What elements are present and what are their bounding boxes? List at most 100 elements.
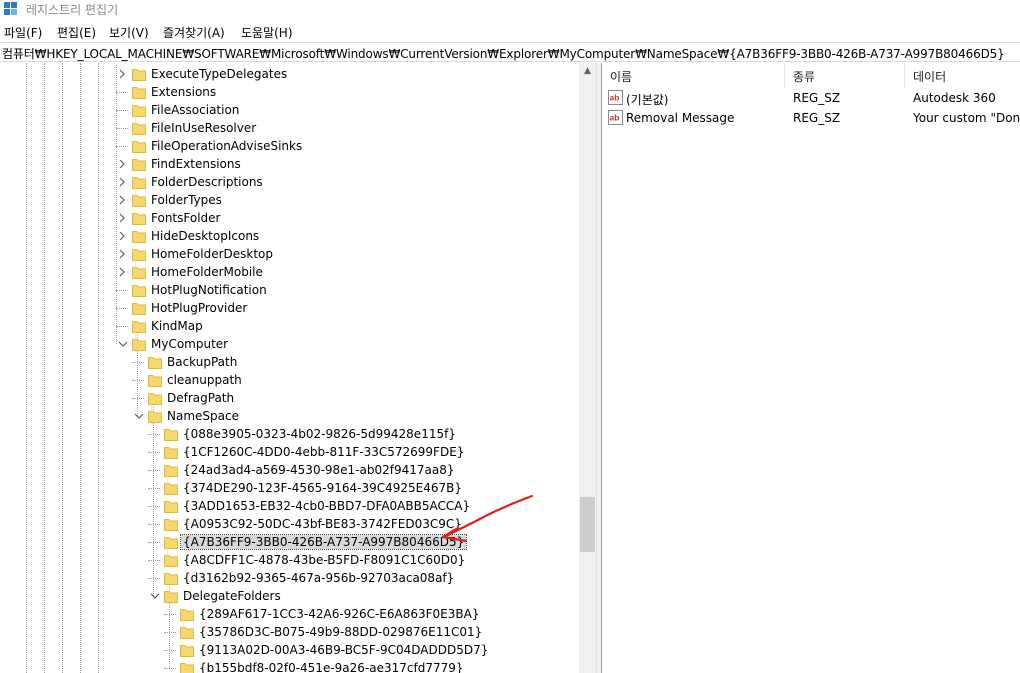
tree-node-label[interactable]: Extensions — [151, 85, 216, 99]
tree-node-label[interactable]: HomeFolderMobile — [151, 265, 263, 279]
tree-node[interactable]: cleanuppath — [0, 371, 579, 389]
tree-node[interactable]: {088e3905-0323-4b02-9826-5d99428e115f} — [0, 425, 579, 443]
tree-node-label[interactable]: DefragPath — [167, 391, 234, 405]
tree-node[interactable]: FolderTypes — [0, 191, 579, 209]
tree-node[interactable]: FontsFolder — [0, 209, 579, 227]
tree-node[interactable]: {A8CDFF1C-4878-43be-B5FD-F8091C1C60D0} — [0, 551, 579, 569]
menu-file[interactable]: 파일(F) — [4, 24, 42, 41]
tree-node-label[interactable]: FindExtensions — [151, 157, 241, 171]
tree-node-label[interactable]: FileOperationAdviseSinks — [151, 139, 302, 153]
tree-node[interactable]: HotPlugProvider — [0, 299, 579, 317]
tree-node[interactable]: FileOperationAdviseSinks — [0, 137, 579, 155]
tree-node-label[interactable]: FileInUseResolver — [151, 121, 256, 135]
tree-node-label[interactable]: {A8CDFF1C-4878-43be-B5FD-F8091C1C60D0} — [183, 553, 465, 567]
chevron-right-icon[interactable] — [117, 264, 129, 280]
chevron-right-icon[interactable] — [117, 210, 129, 226]
tree-node-label-selected[interactable]: {A7B36FF9-3BB0-426B-A737-A997B80466D5} — [179, 534, 468, 550]
tree-node-label[interactable]: FolderTypes — [151, 193, 222, 207]
tree-node-label[interactable]: FileAssociation — [151, 103, 239, 117]
menu-view[interactable]: 보기(V) — [109, 24, 149, 41]
tree-node[interactable]: {d3162b92-9365-467a-956b-92703aca08af} — [0, 569, 579, 587]
chevron-right-icon[interactable] — [117, 192, 129, 208]
tree-node[interactable]: {289AF617-1CC3-42A6-926C-E6A863F0E3BA} — [0, 605, 579, 623]
chevron-down-icon[interactable] — [133, 408, 145, 424]
tree-node-label[interactable]: HotPlugNotification — [151, 283, 267, 297]
column-header-type[interactable]: 종류 — [785, 63, 903, 87]
column-header-data[interactable]: 데이터 — [905, 63, 1020, 87]
chevron-down-icon[interactable] — [149, 588, 161, 604]
chevron-down-icon[interactable] — [117, 336, 129, 352]
tree-node[interactable]: {b155bdf8-02f0-451e-9a26-ae317cfd7779} — [0, 659, 579, 673]
scrollbar-thumb[interactable] — [580, 497, 595, 552]
tree-node[interactable]: ExecuteTypeDelegates — [0, 65, 579, 83]
tree-node[interactable]: {24ad3ad4-a569-4530-98e1-ab02f9417aa8} — [0, 461, 579, 479]
tree-node-label[interactable]: {35786D3C-B075-49b9-88DD-029876E11C01} — [199, 625, 482, 639]
value-data: Autodesk 360 — [913, 91, 996, 105]
tree-node[interactable]: HotPlugNotification — [0, 281, 579, 299]
tree-node[interactable]: {35786D3C-B075-49b9-88DD-029876E11C01} — [0, 623, 579, 641]
tree-node-label[interactable]: MyComputer — [151, 337, 228, 351]
tree-node[interactable]: FolderDescriptions — [0, 173, 579, 191]
tree-node-label[interactable]: FontsFolder — [151, 211, 220, 225]
registry-tree[interactable]: ExecuteTypeDelegates Extensions FileAssoci… — [0, 63, 579, 673]
tree-node-label[interactable]: {b155bdf8-02f0-451e-9a26-ae317cfd7779} — [199, 661, 464, 673]
tree-node-label[interactable]: {d3162b92-9365-467a-956b-92703aca08af} — [183, 571, 454, 585]
tree-node-label[interactable]: FolderDescriptions — [151, 175, 263, 189]
tree-node[interactable]: HomeFolderDesktop — [0, 245, 579, 263]
tree-node[interactable]: BackupPath — [0, 353, 579, 371]
folder-icon — [164, 427, 178, 441]
tree-node[interactable]: MyComputer — [0, 335, 579, 353]
menu-help[interactable]: 도움말(H) — [241, 24, 293, 41]
tree-node-label[interactable]: cleanuppath — [167, 373, 242, 387]
tree-connector-line — [132, 362, 144, 363]
tree-node[interactable]: {9113A02D-00A3-46B9-BC5F-9C04DADDD5D7} — [0, 641, 579, 659]
chevron-right-icon[interactable] — [117, 174, 129, 190]
tree-node[interactable]: FileAssociation — [0, 101, 579, 119]
values-list[interactable]: 이름 종류 데이터 ab (기본값) REG_SZ Autodesk 360 a… — [602, 63, 1020, 673]
menu-favorites[interactable]: 즐겨찾기(A) — [163, 24, 225, 41]
tree-node[interactable]: FindExtensions — [0, 155, 579, 173]
scroll-up-arrow-icon[interactable]: ▲ — [579, 63, 596, 80]
value-data: Your custom "Don't — [913, 111, 1020, 125]
menu-bar: 파일(F) 편집(E) 보기(V) 즐겨찾기(A) 도움말(H) — [0, 22, 1020, 42]
tree-node-label[interactable]: {24ad3ad4-a569-4530-98e1-ab02f9417aa8} — [183, 463, 455, 477]
column-header-name[interactable]: 이름 — [602, 63, 784, 87]
tree-node[interactable]: DelegateFolders — [0, 587, 579, 605]
value-row[interactable]: ab (기본값) REG_SZ Autodesk 360 — [602, 88, 1020, 108]
value-type: REG_SZ — [793, 91, 841, 105]
menu-edit[interactable]: 편집(E) — [57, 24, 96, 41]
tree-node-label[interactable]: {1CF1260C-4DD0-4ebb-811F-33C572699FDE} — [183, 445, 464, 459]
tree-node[interactable]: {1CF1260C-4DD0-4ebb-811F-33C572699FDE} — [0, 443, 579, 461]
tree-node[interactable]: HomeFolderMobile — [0, 263, 579, 281]
tree-node[interactable]: KindMap — [0, 317, 579, 335]
tree-node-label[interactable]: HotPlugProvider — [151, 301, 247, 315]
tree-node[interactable]: DefragPath — [0, 389, 579, 407]
tree-node-label[interactable]: ExecuteTypeDelegates — [151, 67, 287, 81]
chevron-right-icon[interactable] — [117, 228, 129, 244]
address-path[interactable]: 컴퓨터₩HKEY_LOCAL_MACHINE₩SOFTWARE₩Microsof… — [2, 45, 1005, 62]
tree-node-label[interactable]: KindMap — [151, 319, 203, 333]
folder-icon — [180, 607, 194, 621]
chevron-right-icon[interactable] — [117, 246, 129, 262]
tree-connector-line — [164, 614, 176, 615]
tree-node-label[interactable]: {374DE290-123F-4565-9164-39C4925E467B} — [183, 481, 462, 495]
chevron-right-icon[interactable] — [117, 66, 129, 82]
value-row[interactable]: ab Removal Message REG_SZ Your custom "D… — [602, 108, 1020, 128]
tree-node-label[interactable]: HomeFolderDesktop — [151, 247, 273, 261]
tree-node-label[interactable]: {A0953C92-50DC-43bf-BE83-3742FED03C9C} — [183, 517, 462, 531]
tree-node[interactable]: Extensions — [0, 83, 579, 101]
tree-node-label[interactable]: BackupPath — [167, 355, 237, 369]
address-bar[interactable]: 컴퓨터₩HKEY_LOCAL_MACHINE₩SOFTWARE₩Microsof… — [0, 42, 1020, 62]
tree-node-label[interactable]: HideDesktopIcons — [151, 229, 259, 243]
chevron-right-icon[interactable] — [117, 156, 129, 172]
tree-node[interactable]: NameSpace — [0, 407, 579, 425]
tree-node-label[interactable]: {289AF617-1CC3-42A6-926C-E6A863F0E3BA} — [199, 607, 479, 621]
tree-node-label[interactable]: {088e3905-0323-4b02-9826-5d99428e115f} — [183, 427, 456, 441]
tree-node[interactable]: FileInUseResolver — [0, 119, 579, 137]
tree-node-label[interactable]: NameSpace — [167, 409, 239, 423]
tree-node-label[interactable]: {3ADD1653-EB32-4cb0-BBD7-DFA0ABB5ACCA} — [183, 499, 470, 513]
tree-node-label[interactable]: DelegateFolders — [183, 589, 281, 603]
tree-node-label[interactable]: {9113A02D-00A3-46B9-BC5F-9C04DADDD5D7} — [199, 643, 488, 657]
tree-node[interactable]: HideDesktopIcons — [0, 227, 579, 245]
tree-scrollbar[interactable]: ▲ — [579, 63, 596, 673]
